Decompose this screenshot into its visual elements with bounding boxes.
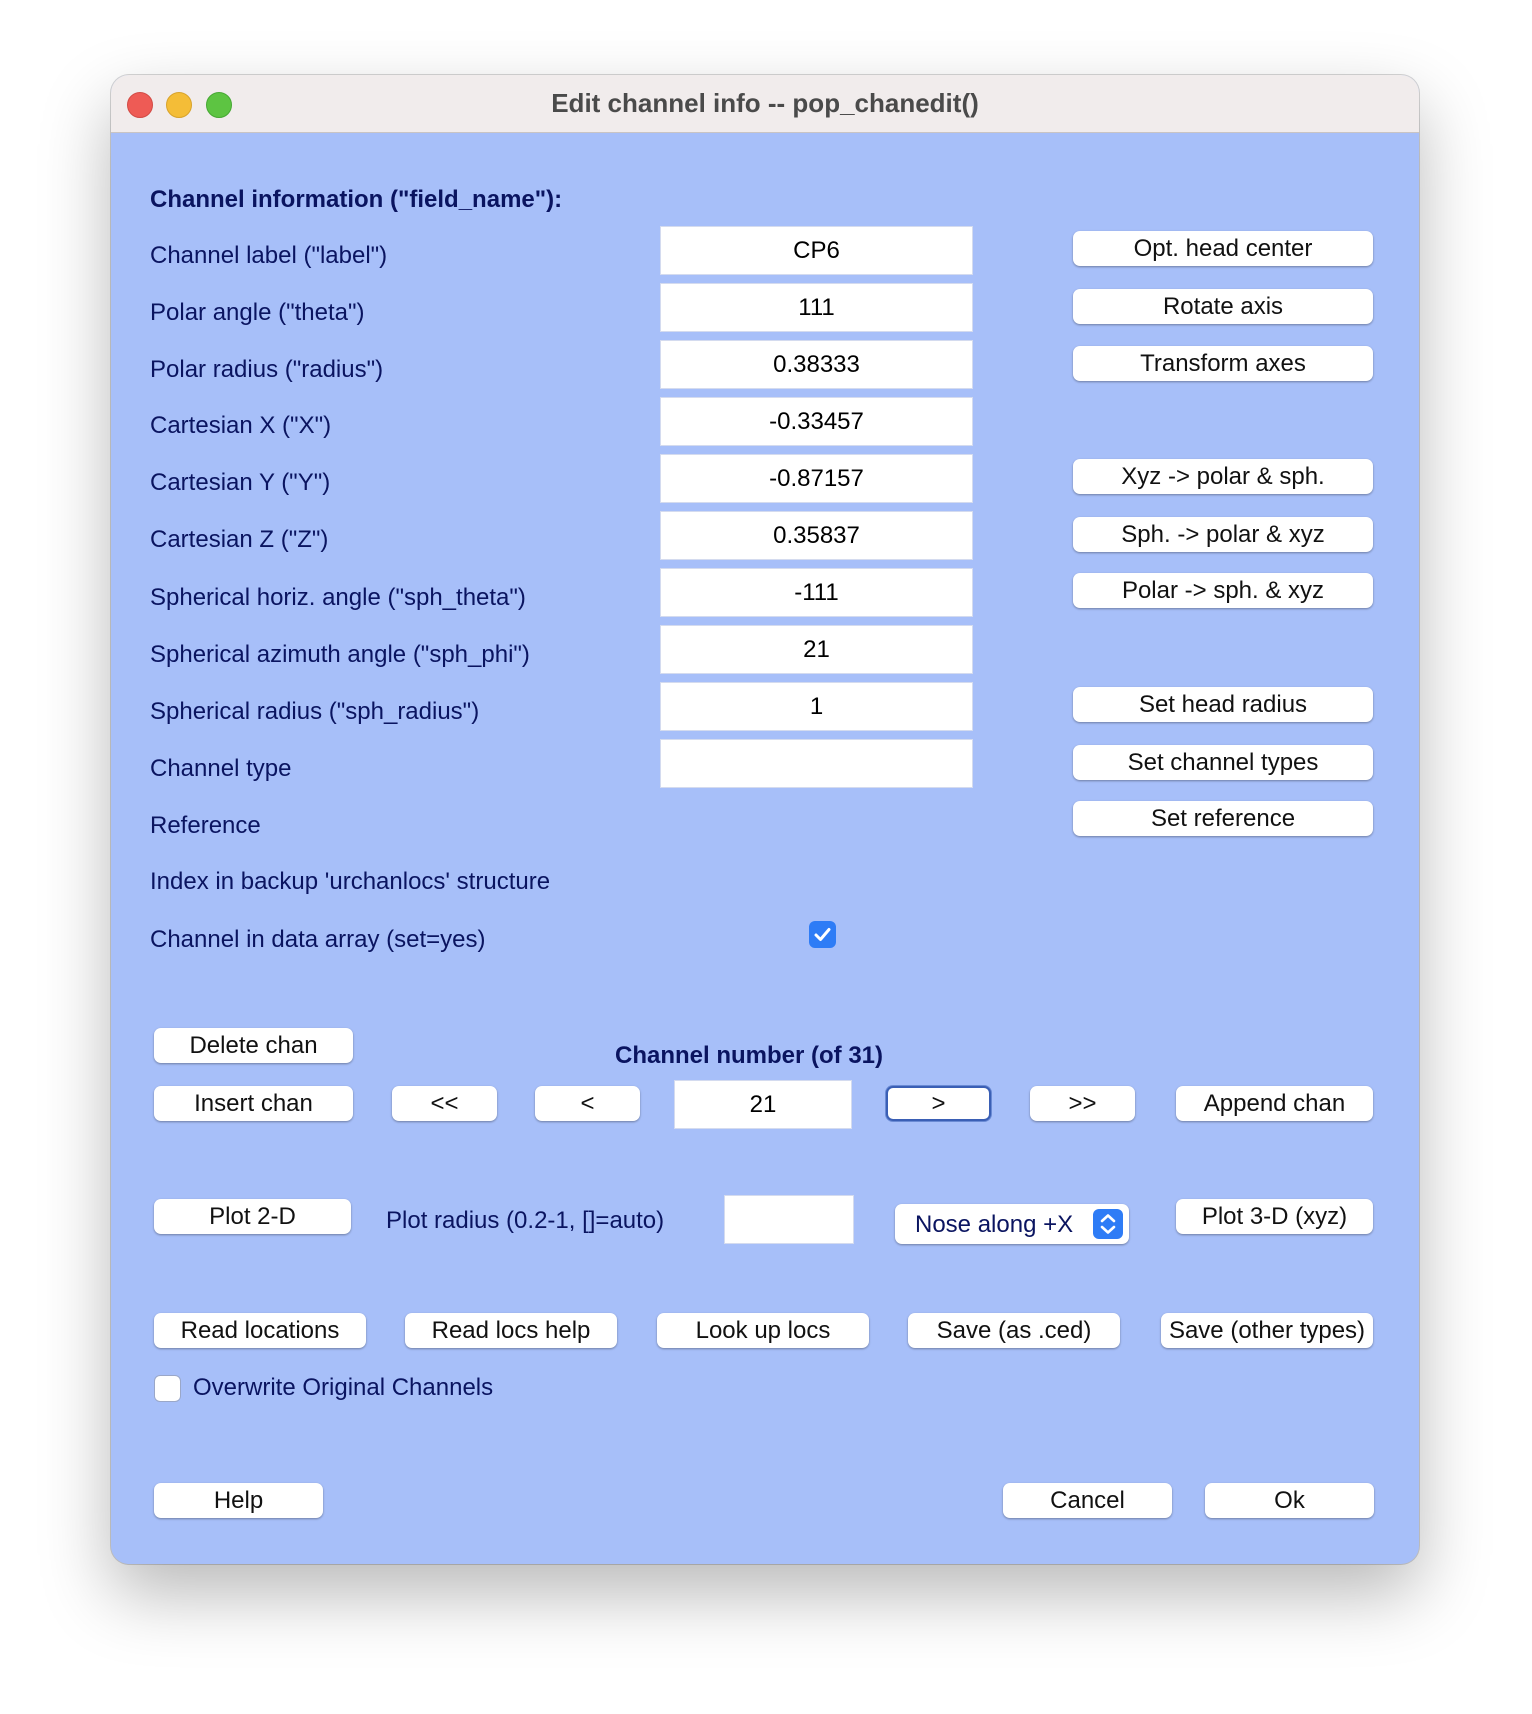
label-sph-theta: Spherical horiz. angle ("sph_theta") bbox=[150, 584, 526, 611]
transform-axes-button[interactable]: Transform axes bbox=[1073, 346, 1373, 381]
polar-radius-field[interactable]: 0.38333 bbox=[660, 340, 973, 389]
label-reference: Reference bbox=[150, 812, 261, 839]
save-ced-button[interactable]: Save (as .ced) bbox=[908, 1313, 1120, 1348]
label-cartesian-x: Cartesian X ("X") bbox=[150, 412, 332, 439]
title-bar: Edit channel info -- pop_chanedit() bbox=[111, 75, 1419, 133]
overwrite-channels-checkbox[interactable] bbox=[154, 1375, 181, 1402]
cartesian-y-field[interactable]: -0.87157 bbox=[660, 454, 973, 503]
label-polar-radius: Polar radius ("radius") bbox=[150, 356, 384, 383]
sph-phi-field[interactable]: 21 bbox=[660, 625, 973, 674]
next-channel-button[interactable]: > bbox=[886, 1086, 991, 1121]
ok-button[interactable]: Ok bbox=[1205, 1483, 1374, 1518]
channel-number-field[interactable]: 21 bbox=[674, 1080, 852, 1129]
opt-head-center-button[interactable]: Opt. head center bbox=[1073, 231, 1373, 266]
window-title: Edit channel info -- pop_chanedit() bbox=[551, 88, 979, 118]
cartesian-z-field[interactable]: 0.35837 bbox=[660, 511, 973, 560]
nose-direction-value: Nose along +X bbox=[915, 1211, 1074, 1238]
read-locations-button[interactable]: Read locations bbox=[154, 1313, 366, 1348]
label-channel-label: Channel label ("label") bbox=[150, 242, 388, 269]
set-head-radius-button[interactable]: Set head radius bbox=[1073, 687, 1373, 722]
polar-to-sph-button[interactable]: Polar -> sph. & xyz bbox=[1073, 573, 1373, 608]
channel-label-field[interactable]: CP6 bbox=[660, 226, 973, 275]
plot-radius-label: Plot radius (0.2-1, []=auto) bbox=[386, 1207, 665, 1234]
dialog-window: Edit channel info -- pop_chanedit() Chan… bbox=[111, 75, 1419, 1564]
label-cartesian-z: Cartesian Z ("Z") bbox=[150, 526, 329, 553]
nose-direction-select[interactable]: Nose along +X bbox=[895, 1204, 1129, 1244]
plot-radius-field[interactable] bbox=[724, 1195, 854, 1244]
select-stepper-icon bbox=[1093, 1209, 1123, 1239]
xyz-to-polar-button[interactable]: Xyz -> polar & sph. bbox=[1073, 459, 1373, 494]
label-polar-angle: Polar angle ("theta") bbox=[150, 299, 365, 326]
sph-theta-field[interactable]: -111 bbox=[660, 568, 973, 617]
polar-angle-field[interactable]: 111 bbox=[660, 283, 973, 332]
label-sph-phi: Spherical azimuth angle ("sph_phi") bbox=[150, 641, 530, 668]
channel-in-data-checkbox[interactable] bbox=[809, 921, 836, 948]
overwrite-channels-label: Overwrite Original Channels bbox=[193, 1374, 494, 1401]
checkmark-icon bbox=[814, 928, 831, 941]
last-channel-button[interactable]: >> bbox=[1030, 1086, 1135, 1121]
insert-chan-button[interactable]: Insert chan bbox=[154, 1086, 353, 1121]
set-channel-types-button[interactable]: Set channel types bbox=[1073, 745, 1373, 780]
help-button[interactable]: Help bbox=[154, 1483, 323, 1518]
rotate-axis-button[interactable]: Rotate axis bbox=[1073, 289, 1373, 324]
sph-to-polar-button[interactable]: Sph. -> polar & xyz bbox=[1073, 517, 1373, 552]
plot-3d-button[interactable]: Plot 3-D (xyz) bbox=[1176, 1199, 1373, 1234]
save-other-types-button[interactable]: Save (other types) bbox=[1161, 1313, 1373, 1348]
label-cartesian-y: Cartesian Y ("Y") bbox=[150, 469, 331, 496]
read-locs-help-button[interactable]: Read locs help bbox=[405, 1313, 617, 1348]
channel-type-field[interactable] bbox=[660, 739, 973, 788]
label-channel-type: Channel type bbox=[150, 755, 292, 782]
channel-number-label: Channel number (of 31) bbox=[615, 1042, 884, 1069]
section-heading: Channel information ("field_name"): bbox=[150, 186, 563, 213]
append-chan-button[interactable]: Append chan bbox=[1176, 1086, 1373, 1121]
look-up-locs-button[interactable]: Look up locs bbox=[657, 1313, 869, 1348]
label-channel-in-data: Channel in data array (set=yes) bbox=[150, 926, 486, 953]
first-channel-button[interactable]: << bbox=[392, 1086, 497, 1121]
plot-2d-button[interactable]: Plot 2-D bbox=[154, 1199, 351, 1234]
set-reference-button[interactable]: Set reference bbox=[1073, 801, 1373, 836]
cancel-button[interactable]: Cancel bbox=[1003, 1483, 1172, 1518]
delete-chan-button[interactable]: Delete chan bbox=[154, 1028, 353, 1063]
label-sph-radius: Spherical radius ("sph_radius") bbox=[150, 698, 480, 725]
label-urchan-index: Index in backup 'urchanlocs' structure bbox=[150, 868, 551, 895]
sph-radius-field[interactable]: 1 bbox=[660, 682, 973, 731]
previous-channel-button[interactable]: < bbox=[535, 1086, 640, 1121]
cartesian-x-field[interactable]: -0.33457 bbox=[660, 397, 973, 446]
